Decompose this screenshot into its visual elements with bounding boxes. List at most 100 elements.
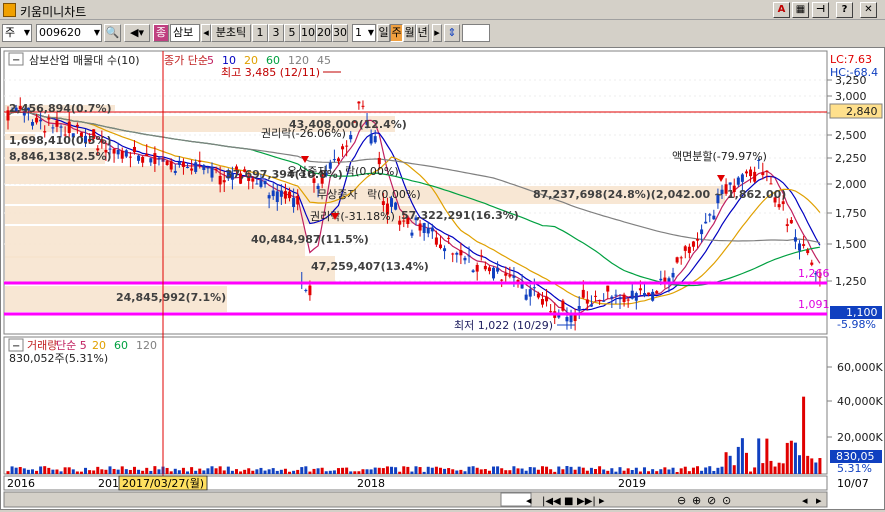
last-icon[interactable]: ▶▶| [577, 496, 596, 507]
candle-body [410, 232, 414, 236]
candle-body [577, 306, 581, 310]
interval-5[interactable]: 5 [284, 24, 300, 42]
candle-body [655, 291, 659, 294]
candle-body [508, 275, 512, 277]
volume-bar [239, 471, 243, 474]
candle-body [288, 191, 292, 199]
volume-bar [349, 471, 353, 474]
candle-body [561, 300, 565, 311]
search-icon[interactable]: 🔍 [104, 24, 121, 42]
period-week[interactable]: 주 [390, 24, 403, 42]
scrollbar[interactable] [3, 491, 828, 508]
volume-bar [357, 471, 361, 474]
arrow-right-icon[interactable]: ▸ [432, 24, 442, 42]
volume-bar [512, 466, 516, 474]
candle-body [712, 215, 716, 220]
chart-area[interactable]: 2,456,894(0.7%) 43,408,000(12.4%) 1,698,… [0, 47, 885, 510]
scroll-left-icon[interactable]: ◂ [526, 494, 532, 507]
volume-bar [137, 469, 141, 474]
volume-bar [761, 463, 765, 474]
volume-bar [806, 455, 810, 474]
volume-bar [210, 466, 214, 474]
volume-bar [377, 467, 381, 474]
y-tick-label: 2,500 [835, 129, 867, 142]
stop-icon[interactable]: ■ [564, 496, 573, 507]
volume-bar [288, 471, 292, 474]
close-icon[interactable]: ✕ [860, 2, 877, 18]
scroll-end-icon[interactable]: ◂ [802, 494, 808, 507]
volume-bar [43, 466, 47, 474]
volume-bar [581, 467, 585, 474]
candle-body [263, 180, 267, 185]
interval-menu-button[interactable]: ◂ [201, 24, 211, 42]
volume-bar [610, 468, 614, 474]
period-year[interactable]: 년 [416, 24, 429, 42]
volume-bar [483, 469, 487, 474]
candle-body [504, 273, 508, 276]
zoom-out-icon[interactable]: ⊖ [677, 494, 686, 507]
candle-body [279, 190, 283, 197]
pin-icon[interactable]: ⊣ [812, 2, 829, 18]
zoom-icon[interactable]: ⊘ [707, 494, 716, 507]
candle-body [683, 246, 687, 251]
interval-type-button[interactable]: 분초틱 [211, 24, 251, 42]
ma-legend-item: 20 [244, 54, 258, 67]
volume-bar [585, 470, 589, 474]
candle-body [540, 299, 544, 305]
event-label: 액면분할(-79.97%) [672, 150, 767, 163]
help-icon[interactable]: ? [836, 2, 853, 18]
chart-type-icon[interactable]: ▦ [792, 2, 809, 18]
candle-body [198, 160, 202, 162]
volume-bar [565, 466, 569, 474]
price-chart[interactable]: 2,456,894(0.7%) 43,408,000(12.4%) 1,698,… [1, 48, 884, 509]
volume-legend-item: 20 [92, 339, 106, 352]
ma-legend-item: 45 [317, 54, 331, 67]
volume-bar [353, 471, 357, 474]
candle-body [422, 223, 426, 234]
market-select[interactable]: 주 ▼ [2, 24, 32, 42]
interval-1[interactable]: 1 [252, 24, 268, 42]
price-panel-header: 삼보산업 매물대 수(10) [29, 54, 140, 67]
volume-bar [30, 469, 34, 474]
settings-icon[interactable]: A [773, 2, 790, 18]
interval-3[interactable]: 3 [268, 24, 284, 42]
volume-bar [749, 471, 753, 474]
x-label: 2019 [618, 477, 646, 490]
volume-bar [112, 468, 116, 474]
volume-bar [577, 466, 581, 474]
volume-y-axis: 60,000K 40,000K 20,000K [827, 361, 883, 444]
extra-input[interactable] [462, 24, 490, 42]
candle-body [622, 294, 626, 302]
volume-bar [638, 471, 642, 474]
candle-body [35, 117, 39, 123]
period-month[interactable]: 월 [403, 24, 416, 42]
period-day[interactable]: 일 [377, 24, 390, 42]
candle-body [292, 197, 296, 208]
zoom-in-icon[interactable]: ⊕ [692, 494, 701, 507]
candle-body [565, 317, 569, 322]
volume-bar [186, 471, 190, 474]
current-price: 2,840 [846, 105, 878, 118]
updown-arrow-icon[interactable]: ⇕ [444, 24, 460, 42]
n-value-input[interactable]: 1 ▼ [352, 24, 376, 42]
candle-body [708, 214, 712, 216]
y-tick-label: 3,000 [835, 90, 867, 103]
profile-label: 8,846,138(2.5%) [9, 150, 112, 163]
volume-bar [793, 442, 797, 474]
first-icon[interactable]: |◀◀ [542, 496, 561, 507]
scroll-end-icon[interactable]: ▸ [816, 494, 822, 507]
candle-body [736, 177, 740, 185]
y-tick-label: 1,500 [835, 238, 867, 251]
volume-bar [341, 467, 345, 474]
x-label: 2016 [7, 477, 35, 490]
interval-20[interactable]: 20 [316, 24, 332, 42]
code-input[interactable]: 009620 ▼ [36, 24, 102, 42]
speaker-icon[interactable]: ◀▾ [124, 24, 150, 42]
volume-bar [35, 470, 39, 474]
interval-30[interactable]: 30 [332, 24, 348, 42]
scroll-right-icon[interactable]: ▸ [599, 494, 605, 507]
interval-10[interactable]: 10 [300, 24, 316, 42]
volume-bar [651, 469, 655, 474]
x-label: 10/07 [837, 477, 869, 490]
zoom-reset-icon[interactable]: ⊙ [722, 494, 731, 507]
